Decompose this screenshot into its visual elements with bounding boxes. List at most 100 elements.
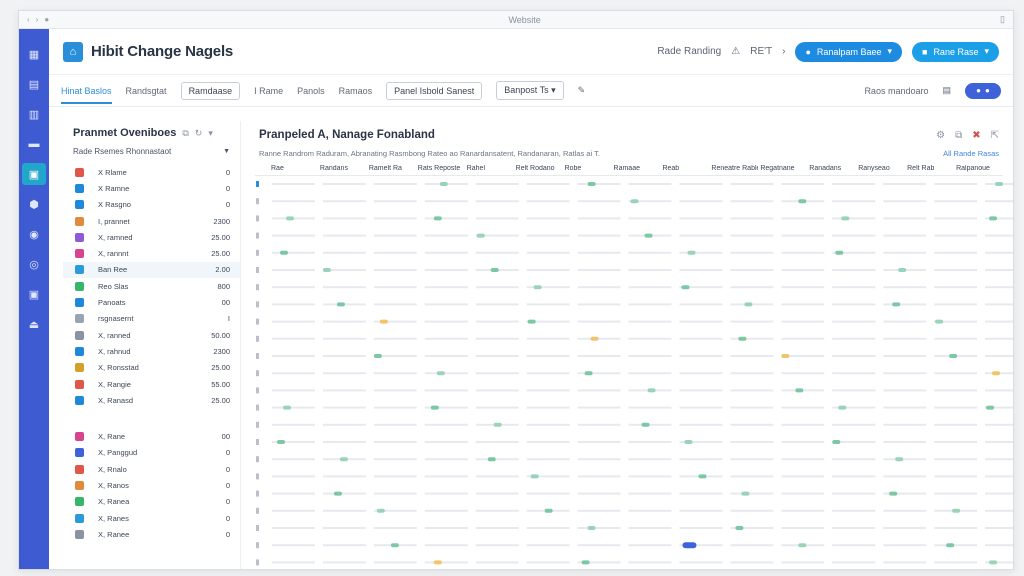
grid-cell[interactable] [730,389,774,392]
grid-cell[interactable] [934,269,978,271]
grid-cell[interactable] [526,303,570,306]
grid-cell[interactable] [322,200,366,203]
view-toggle[interactable]: ● ● [965,82,1001,99]
back-icon[interactable]: ‹ [27,15,30,24]
list-item[interactable]: X, ranned 50.00 [63,327,240,343]
grid-cell[interactable] [934,492,978,495]
grid-cell[interactable] [577,217,621,220]
grid-cell[interactable] [781,561,825,564]
grid-cell[interactable] [883,458,927,461]
grid-cell[interactable] [883,355,927,357]
grid-cell[interactable] [322,183,366,185]
grid-cell[interactable] [934,234,978,237]
grid-cell[interactable] [883,423,927,426]
grid-cell[interactable] [679,423,723,426]
grid-cell[interactable] [628,423,672,426]
grid-cell[interactable] [883,286,927,289]
row-marker[interactable] [256,284,259,291]
grid-cell[interactable] [832,269,876,271]
grid-cell[interactable] [883,337,927,340]
grid-cell[interactable] [272,251,315,254]
grid-cell[interactable] [934,217,978,220]
grid-cell[interactable] [373,389,417,392]
row-marker[interactable] [256,198,259,205]
grid-cell[interactable] [577,303,621,306]
grid-cell[interactable] [424,389,468,392]
grid-cell[interactable] [985,509,1014,512]
grid-cell[interactable] [373,217,417,220]
grid-cell[interactable] [679,355,723,357]
grid-cell[interactable] [679,303,723,306]
grid-cell[interactable] [526,251,570,254]
grid-cell[interactable] [577,355,621,357]
grid-cell[interactable] [628,475,672,478]
column-header[interactable]: Ramaae [612,165,661,172]
grid-cell[interactable] [832,458,876,461]
grid-cell[interactable] [832,286,876,289]
grid-cell[interactable] [475,441,519,443]
grid-cell[interactable] [475,561,519,564]
grid-cell[interactable] [679,389,723,392]
grid-cell[interactable] [679,269,723,271]
list-item[interactable]: Reo Slas 800 [63,278,240,294]
grid-cell[interactable] [934,527,978,529]
grid-cell[interactable] [985,527,1014,529]
list-item[interactable]: Panoats 00 [63,294,240,310]
grid-cell[interactable] [373,183,417,185]
grid-cell[interactable] [577,458,621,461]
grid-cell[interactable] [424,217,468,220]
grid-cell[interactable] [985,441,1014,443]
grid-cell[interactable] [424,320,468,323]
grid-cell[interactable] [934,423,978,426]
list-item[interactable]: X, Rnalo 0 [63,461,240,477]
grid-cell[interactable] [373,234,417,237]
grid-cell[interactable] [628,458,672,461]
grid-cell[interactable] [679,234,723,237]
grid-cell[interactable] [985,475,1014,478]
grid-cell[interactable] [883,509,927,512]
grid-cell[interactable] [628,355,672,357]
grid-cell[interactable] [883,389,927,392]
grid-cell[interactable] [730,183,774,185]
grid-cell[interactable] [679,200,723,203]
grid-cell[interactable] [985,303,1014,306]
grid-cell[interactable] [730,269,774,271]
grid-cell[interactable] [475,217,519,220]
grid-cell[interactable] [424,372,468,375]
grid-cell[interactable] [526,183,570,185]
grid-cell[interactable] [475,406,519,409]
grid-cell[interactable] [679,251,723,254]
grid-cell[interactable] [526,217,570,220]
sidebar-upload-icon[interactable]: ⏏ [22,313,46,335]
grid-cell[interactable] [322,509,366,512]
grid-cell[interactable] [628,303,672,306]
grid-cell[interactable] [679,337,723,340]
grid-cell[interactable] [577,286,621,289]
grid-cell[interactable] [832,320,876,323]
grid-cell[interactable] [628,269,672,271]
sidebar-hex-icon[interactable]: ⬢ [22,193,46,215]
list-item[interactable]: X, Ronsstad 25.00 [63,360,240,376]
grid-cell[interactable] [373,441,417,443]
grid-cell[interactable] [475,200,519,203]
list-item[interactable]: X, Ranasd 25.00 [63,392,240,408]
grid-cell[interactable] [526,492,570,495]
grid-cell[interactable] [475,492,519,495]
grid-cell[interactable] [985,200,1014,203]
grid-cell[interactable] [781,441,825,443]
grid-cell[interactable] [781,320,825,323]
grid-cell[interactable] [934,183,978,185]
column-header[interactable]: Ramelt Ra [367,165,416,172]
grid-cell[interactable] [526,458,570,461]
grid-cell[interactable] [526,200,570,203]
grid-cell[interactable] [985,234,1014,237]
grid-cell[interactable] [730,406,774,409]
column-header[interactable]: Ranyseao [856,165,905,172]
list-item[interactable]: X Rlame 0 [63,164,240,180]
grid-cell[interactable] [934,303,978,306]
row-marker[interactable] [256,421,259,428]
grid-cell[interactable] [272,372,315,375]
grid-cell[interactable] [832,423,876,426]
grid-cell[interactable] [373,561,417,564]
grid-cell[interactable] [985,320,1014,323]
